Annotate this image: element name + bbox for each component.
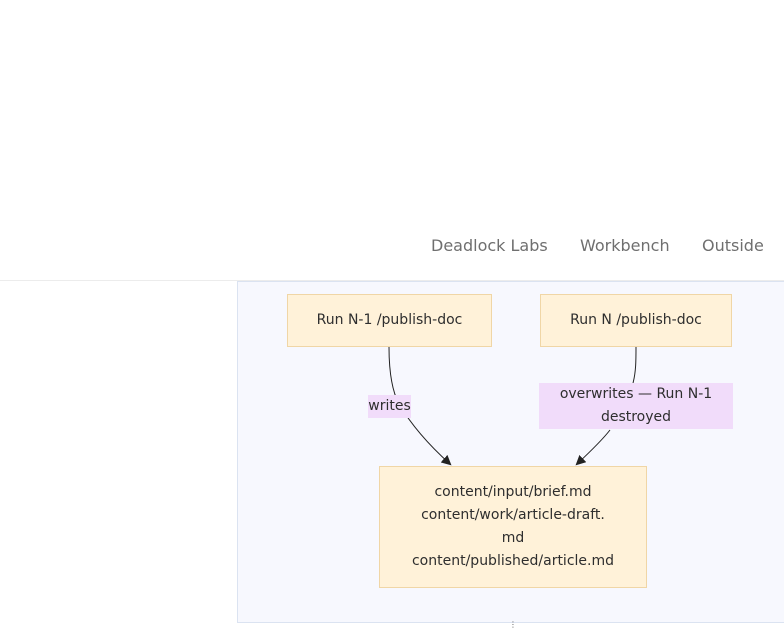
content-file-published: content/published/article.md <box>411 553 614 569</box>
nav-link-deadlock-labs[interactable]: Deadlock Labs <box>431 236 548 255</box>
edge-label-writes-text: writes <box>368 398 411 414</box>
nav-link-outside[interactable]: Outside <box>702 236 764 255</box>
content-file-brief: content/input/brief.md <box>434 484 592 500</box>
panel-scroll-indicator: ⋮ <box>509 620 517 629</box>
edge-label-overwrites: overwrites — Run N-1 destroyed <box>539 383 733 429</box>
content-file-draft: content/work/article-draft.md <box>421 507 605 546</box>
node-run-n-publish-doc: Run N /publish-doc <box>540 294 732 347</box>
nav-link-workbench[interactable]: Workbench <box>580 236 670 255</box>
edge-label-writes: writes <box>368 395 411 418</box>
page: Deadlock Labs Workbench Outside Run N-1 … <box>0 0 784 630</box>
content-file-list: content/input/brief.md content/work/arti… <box>412 481 614 573</box>
node-run-n1-label: Run N-1 /publish-doc <box>316 312 463 328</box>
node-content-files: content/input/brief.md content/work/arti… <box>379 466 647 588</box>
top-navigation: Deadlock Labs Workbench Outside <box>0 226 784 281</box>
node-run-n1-publish-doc: Run N-1 /publish-doc <box>287 294 492 347</box>
edge-label-overwrites-text: overwrites — Run N-1 destroyed <box>559 386 713 425</box>
node-run-n-label: Run N /publish-doc <box>570 312 702 328</box>
